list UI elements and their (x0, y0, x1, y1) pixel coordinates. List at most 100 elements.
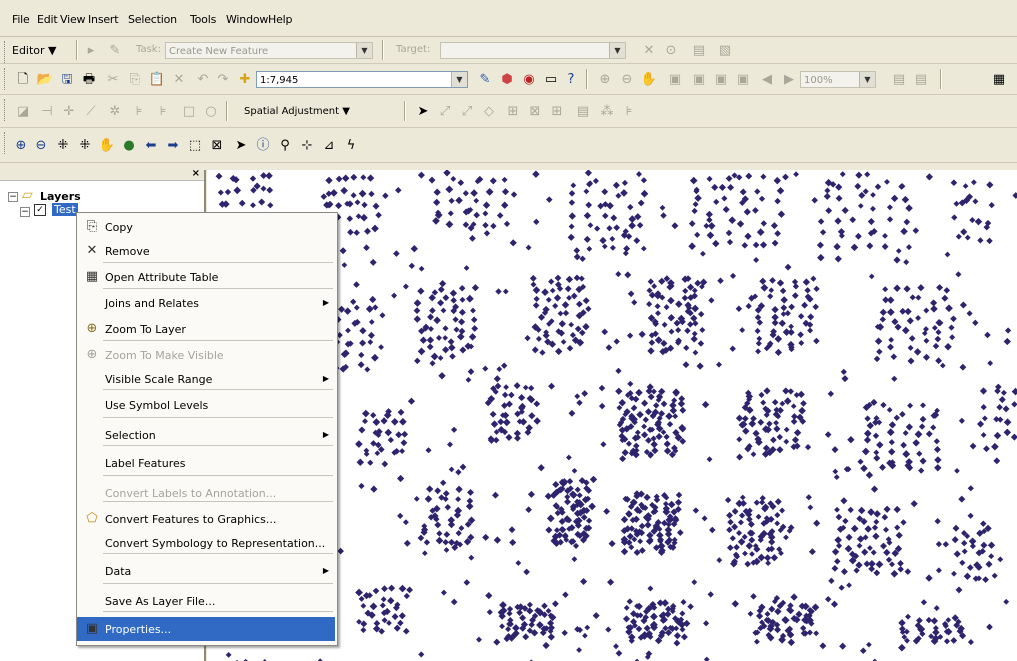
cut-icon[interactable]: ✂ (104, 70, 122, 88)
multi-link-icon[interactable]: ⤢ (458, 102, 476, 120)
link-table-icon[interactable]: ▤ (574, 102, 592, 120)
close-icon[interactable]: × (192, 168, 200, 179)
forward-arrow-icon[interactable]: ➡ (164, 136, 182, 154)
zoom-in-icon[interactable]: ⊕ (12, 136, 30, 154)
layout-zoom-dropdown[interactable]: 100% ▼ (800, 71, 876, 88)
identify-icon[interactable]: ⓘ (254, 136, 272, 154)
command-line-icon[interactable]: ▭ (542, 70, 560, 88)
hyperlink-icon[interactable]: ϟ (342, 136, 360, 154)
tool-icon[interactable]: ⊧ (154, 102, 172, 120)
menu-item-visible-scale-range[interactable]: Visible Scale Range ▶ (77, 367, 335, 391)
toggle-draft-icon[interactable]: ▤ (890, 70, 908, 88)
go-back-extent-icon[interactable]: ◀ (758, 70, 776, 88)
split-tool-icon[interactable]: ✕ (640, 41, 658, 59)
menu-item-convert-symbology-to-representation[interactable]: Convert Symbology to Representation... (77, 531, 335, 555)
task-dropdown[interactable]: Create New Feature ▼ (165, 42, 373, 59)
rectangle-icon[interactable]: □ (180, 102, 198, 120)
menu-item-remove[interactable]: ✕ Remove (77, 239, 335, 263)
menu-item-data[interactable]: Data ▶ (77, 559, 335, 583)
go-forward-extent-icon[interactable]: ▶ (780, 70, 798, 88)
back-arrow-icon[interactable]: ⬅ (142, 136, 160, 154)
layers-root-label[interactable]: Layers (40, 190, 81, 203)
adjust-tool-icon[interactable]: ⊣ (38, 102, 56, 120)
collapse-icon[interactable]: − (8, 192, 18, 202)
new-document-icon[interactable]: 🗋 (14, 70, 32, 88)
area-adjust-icon[interactable]: ⊠ (526, 102, 544, 120)
layout-zoom-in-icon[interactable]: ⊕ (596, 70, 614, 88)
menu-tools[interactable]: Tools (190, 13, 216, 26)
attributes-icon[interactable]: ▤ (690, 41, 708, 59)
extend-tool-icon[interactable]: ⟋ (82, 102, 100, 120)
sketch-tool-icon[interactable]: ✎ (106, 41, 124, 59)
menu-item-zoom-to-layer[interactable]: ⊕ Zoom To Layer (77, 317, 335, 341)
menu-item-label-features[interactable]: Label Features (77, 451, 335, 475)
map-scale-dropdown[interactable]: 1:7,945 ▼ (256, 71, 468, 88)
pan-icon[interactable]: ✋ (98, 136, 116, 154)
flip-tool-icon[interactable]: ✲ (106, 102, 124, 120)
snap-icon[interactable]: ◪ (14, 102, 32, 120)
paste-icon[interactable]: 📋 (148, 70, 166, 88)
clear-links-icon[interactable]: ⊞ (548, 102, 566, 120)
menu-item-selection[interactable]: Selection ▶ (77, 423, 335, 447)
arctoolbox-icon[interactable]: ⬢ (498, 70, 516, 88)
select-elements-icon[interactable]: ➤ (232, 136, 250, 154)
focus-frame-icon[interactable]: ▤ (912, 70, 930, 88)
fixed-zoom-out-icon[interactable]: ⁜ (76, 136, 94, 154)
modify-link-icon[interactable]: ◇ (480, 102, 498, 120)
menu-edit[interactable]: Edit (37, 13, 58, 26)
menu-item-copy[interactable]: ⎘ Copy (77, 215, 335, 239)
circle-icon[interactable]: ○ (202, 102, 220, 120)
fixed-zoom-in-icon[interactable]: ⁜ (54, 136, 72, 154)
menu-item-use-symbol-levels[interactable]: Use Symbol Levels (77, 393, 335, 417)
menu-insert[interactable]: Insert (88, 13, 119, 26)
cross-tool-icon[interactable]: ✛ (60, 102, 78, 120)
menu-file[interactable]: File (12, 13, 30, 26)
open-folder-icon[interactable]: 📂 (36, 70, 54, 88)
find-icon[interactable]: ⚲ (276, 136, 294, 154)
identity-link-icon[interactable]: ⊞ (504, 102, 522, 120)
spatial-adjustment-menu[interactable]: Spatial Adjustment ▼ (244, 106, 350, 117)
menu-item-open-attribute-table[interactable]: ▦ Open Attribute Table (77, 265, 335, 289)
delete-icon[interactable]: ✕ (170, 70, 188, 88)
editor-menu-button[interactable]: Editor ▼ (12, 44, 57, 57)
menu-item-joins-and-relates[interactable]: Joins and Relates ▶ (77, 291, 335, 315)
undo-icon[interactable]: ↶ (194, 70, 212, 88)
editor-toolbar-icon[interactable]: ✎ (476, 70, 494, 88)
menu-item-save-as-layer-file[interactable]: Save As Layer File... (77, 589, 335, 613)
sketch-pointer-icon[interactable]: ▸ (82, 41, 100, 59)
menu-window[interactable]: Window (226, 13, 268, 26)
arccatalog-icon[interactable]: ◉ (520, 70, 538, 88)
go-to-xy-icon[interactable]: ⊹ (298, 136, 316, 154)
add-data-icon[interactable]: ✚ (236, 70, 254, 88)
select-features-icon[interactable]: ⬚ (186, 136, 204, 154)
layout-zoom-out-icon[interactable]: ⊖ (618, 70, 636, 88)
zoom-whole-page-icon[interactable]: ▣ (666, 70, 684, 88)
measure-icon[interactable]: ⊿ (320, 136, 338, 154)
menu-item-properties[interactable]: ▣ Properties... (77, 617, 335, 641)
change-layout-icon[interactable]: ▦ (990, 70, 1008, 88)
menu-item-convert-features-to-graphics[interactable]: ⬠ Convert Features to Graphics... (77, 507, 335, 531)
full-extent-icon[interactable]: ● (120, 136, 138, 154)
zoom-100-icon[interactable]: ▣ (734, 70, 752, 88)
copy-icon[interactable]: ⎘ (126, 70, 144, 88)
save-icon[interactable]: 🖫 (58, 70, 76, 88)
rotate-tool-icon[interactable]: ⊙ (662, 41, 680, 59)
print-icon[interactable]: 🖶 (80, 70, 98, 88)
edge-match-icon[interactable]: ⁂ (598, 102, 616, 120)
fixed-zoom-in-icon[interactable]: ▣ (690, 70, 708, 88)
layer-visibility-checkbox[interactable]: ✓ (34, 204, 46, 216)
target-dropdown[interactable]: ▼ (440, 42, 626, 59)
tool-icon[interactable]: ⊧ (130, 102, 148, 120)
layout-pan-icon[interactable]: ✋ (640, 70, 658, 88)
new-displacement-link-icon[interactable]: ⤢ (436, 102, 454, 120)
menu-help[interactable]: Help (268, 13, 292, 26)
menu-selection[interactable]: Selection (128, 13, 177, 26)
layer-name-label[interactable]: Test (52, 203, 78, 216)
whats-this-icon[interactable]: ? (562, 70, 580, 88)
attribute-transfer-icon[interactable]: ⊧ (620, 102, 638, 120)
sketch-properties-icon[interactable]: ▧ (716, 41, 734, 59)
select-elements-icon[interactable]: ➤ (414, 102, 432, 120)
clear-selection-icon[interactable]: ⊠ (208, 136, 226, 154)
menu-view[interactable]: View (60, 13, 86, 26)
zoom-out-icon[interactable]: ⊖ (32, 136, 50, 154)
